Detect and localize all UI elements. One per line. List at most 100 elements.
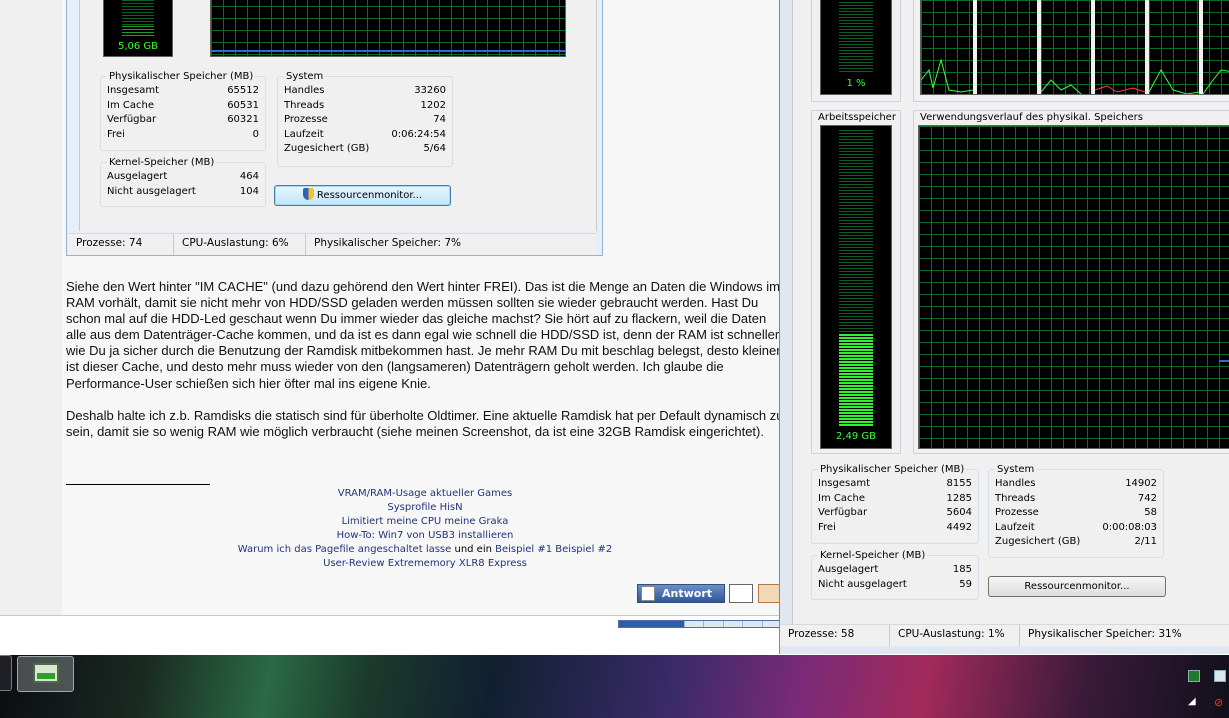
- signature-link[interactable]: Beispiel #1: [495, 544, 552, 555]
- stat-row: Handles 33260: [284, 84, 446, 99]
- stat-value: 8155: [946, 478, 972, 489]
- uac-shield-icon: [302, 188, 314, 200]
- stat-label: Ausgelagert: [818, 564, 879, 575]
- memory-history-panel: Verwendungsverlauf des physikal. Speiche…: [913, 110, 1229, 454]
- stat-label: Laufzeit: [284, 128, 324, 140]
- task-manager-icon: [33, 663, 59, 683]
- stat-label: Nicht ausgelagert: [818, 578, 907, 590]
- status-processes-left: Prozesse: 74: [68, 234, 174, 255]
- memory-usage-title: Arbeitsspeicher: [818, 112, 896, 123]
- stat-value: 59: [959, 578, 972, 590]
- stat-row: Insgesamt 65512: [107, 84, 259, 99]
- stat-value: 185: [952, 564, 972, 575]
- physical-memory-title-left: Physikalischer Speicher (MB): [109, 71, 254, 82]
- stat-label: Im Cache: [107, 99, 154, 111]
- resource-monitor-button-right[interactable]: Ressourcenmonitor...: [988, 576, 1166, 597]
- stat-row: Prozesse 58: [995, 506, 1157, 521]
- memory-meter-left-label: 5,06 GB: [117, 41, 159, 52]
- stat-value: 464: [239, 171, 259, 182]
- stat-value: 0: [252, 128, 259, 140]
- stat-row: Threads 1202: [284, 99, 446, 114]
- stat-label: Insgesamt: [818, 478, 870, 489]
- signature-link[interactable]: VRAM/RAM-Usage aktueller Games: [338, 488, 513, 499]
- stat-value: 60321: [227, 114, 259, 125]
- tray-icon[interactable]: [1188, 670, 1200, 682]
- memory-usage-panel: Arbeitsspeicher 2,49 GB: [811, 110, 901, 454]
- stat-row: Ausgelagert 185: [818, 563, 972, 578]
- task-manager-right-window: 1 % Arbeitsspeicher 2,49 GB Verwendungsv…: [779, 0, 1229, 654]
- stat-label: Verfügbar: [818, 507, 868, 518]
- stat-row: Handles 14902: [995, 477, 1157, 492]
- memory-history-left: [210, 0, 566, 57]
- stat-row: Im Cache 60531: [107, 99, 259, 114]
- pagination-bar[interactable]: [618, 620, 783, 628]
- signature-link[interactable]: How-To: Win7 von USB3 installieren: [337, 530, 514, 541]
- signature-link[interactable]: Beispiel #2: [555, 544, 612, 555]
- cpu-usage-panel: 1 %: [811, 0, 901, 102]
- memory-usage-label: 2,49 GB: [835, 431, 877, 442]
- quote-button[interactable]: [729, 584, 753, 603]
- stat-label: Zugesichert (GB): [284, 143, 370, 154]
- page-margin: [0, 0, 62, 615]
- system-group-right: System Handles 14902 Threads 742 Prozesse 5…: [988, 464, 1164, 558]
- stat-label: Verfügbar: [107, 114, 157, 125]
- status-memory-left: Physikalischer Speicher: 7%: [314, 237, 462, 249]
- stat-label: Im Cache: [818, 492, 865, 504]
- cpu-history-line: [921, 58, 1229, 94]
- reply-pencil-icon: [641, 586, 655, 601]
- signature-link[interactable]: Warum ich das Pagefile angeschaltet lass…: [238, 544, 452, 555]
- stat-row: Verfügbar 5604: [818, 506, 972, 521]
- status-bar-left: Prozesse: 74 CPU-Auslastung: 6% Physikal…: [68, 233, 596, 255]
- status-processes-right: Prozesse: 58: [780, 625, 890, 646]
- physical-memory-group-left: Physikalischer Speicher (MB) Insgesamt 65…: [100, 71, 266, 151]
- tray-icon[interactable]: [1214, 670, 1226, 682]
- stat-value: 742: [1137, 492, 1157, 504]
- stat-label: Threads: [995, 492, 1036, 504]
- kernel-memory-group-right: Kernel-Speicher (MB) Ausgelagert 185 Nich…: [811, 550, 979, 600]
- stat-row: Zugesichert (GB) 5/64: [284, 142, 446, 157]
- stat-label: Threads: [284, 99, 325, 111]
- task-manager-right-body: 1 % Arbeitsspeicher 2,49 GB Verwendungsv…: [792, 0, 1229, 624]
- stat-row: Im Cache 1285: [818, 492, 972, 507]
- tray-icon[interactable]: ◢: [1188, 696, 1200, 708]
- stat-value: 74: [433, 114, 446, 125]
- stat-row: Verfügbar 60321: [107, 113, 259, 128]
- stat-row: Nicht ausgelagert 59: [818, 578, 972, 593]
- stat-value: 33260: [414, 85, 446, 96]
- stat-row: Nicht ausgelagert 104: [107, 185, 259, 200]
- status-memory-right: Physikalischer Speicher: 31%: [1028, 628, 1182, 640]
- physical-memory-title-right: Physikalischer Speicher (MB): [820, 464, 965, 475]
- stat-label: Prozesse: [284, 114, 328, 125]
- taskbar-button-task-manager[interactable]: [17, 656, 74, 692]
- stat-label: Nicht ausgelagert: [107, 185, 196, 197]
- stat-row: Threads 742: [995, 492, 1157, 507]
- memory-usage-meter: 2,49 GB: [820, 125, 892, 449]
- stat-label: Prozesse: [995, 507, 1039, 518]
- reply-button-label: Antwort: [662, 587, 713, 600]
- stat-value: 0:00:08:03: [1102, 521, 1157, 533]
- stat-label: Frei: [107, 128, 125, 140]
- resource-monitor-button-left[interactable]: Ressourcenmonitor...: [274, 185, 451, 206]
- stat-value: 0:06:24:54: [391, 128, 446, 140]
- post-body: Siehe den Wert hinter "IM CACHE" (und da…: [66, 279, 784, 456]
- stat-value: 14902: [1125, 478, 1157, 489]
- cpu-usage-label: 1 %: [846, 78, 866, 89]
- stat-row: Ausgelagert 464: [107, 170, 259, 185]
- stat-value: 60531: [227, 99, 259, 111]
- stat-value: 104: [239, 185, 259, 197]
- signature-divider: [66, 484, 210, 485]
- taskbar: ◢ ⊘: [0, 655, 1229, 718]
- status-bar-right: Prozesse: 58 CPU-Auslastung: 1% Physikal…: [780, 624, 1229, 646]
- tray-icon[interactable]: ⊘: [1214, 696, 1226, 709]
- reply-button[interactable]: Antwort: [637, 584, 725, 603]
- stat-row: Zugesichert (GB) 2/11: [995, 535, 1157, 550]
- signature-link[interactable]: User-Review Extrememory XLR8 Express: [323, 558, 527, 569]
- signature-link[interactable]: Limitiert meine CPU meine Graka: [342, 516, 509, 527]
- taskbar-button[interactable]: [0, 655, 12, 691]
- signature: VRAM/RAM-Usage aktueller Games Sysprofil…: [66, 487, 784, 572]
- system-group-left: System Handles 33260 Threads 1202 Prozesse…: [277, 71, 453, 167]
- signature-link[interactable]: Sysprofile HisN: [387, 502, 462, 513]
- memory-history-title: Verwendungsverlauf des physikal. Speiche…: [920, 112, 1143, 123]
- stat-row: Insgesamt 8155: [818, 477, 972, 492]
- stat-row: Prozesse 74: [284, 113, 446, 128]
